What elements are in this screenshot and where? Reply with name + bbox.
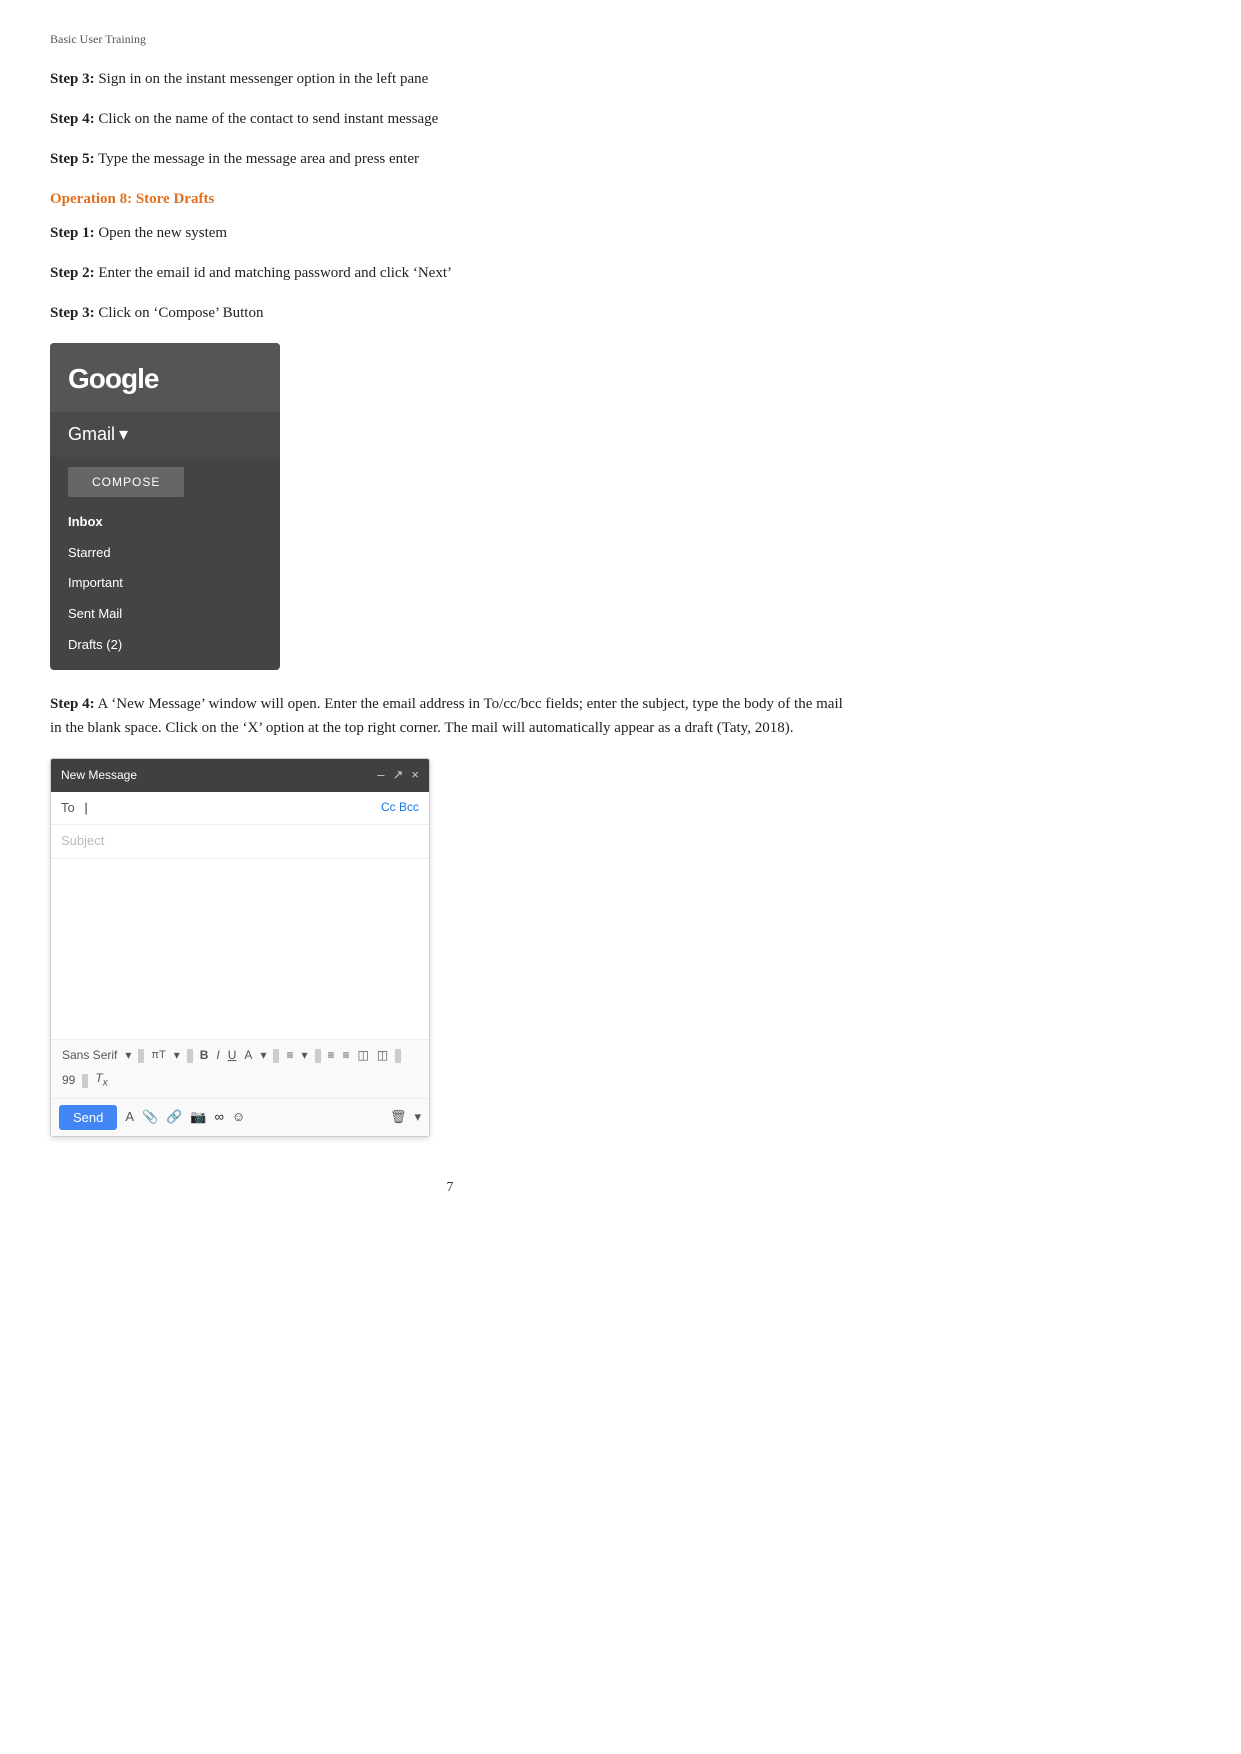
toolbar-divider-6 [82, 1074, 88, 1088]
align-arrow[interactable]: ▾ [298, 1045, 310, 1066]
insert-link-icon[interactable]: 🔗 [166, 1107, 182, 1128]
op8-step-1-text: Open the new system [95, 225, 227, 241]
step-3a-label: Step 3: [50, 71, 95, 87]
step-4a: Step 4: Click on the name of the contact… [50, 107, 850, 131]
font-family-select[interactable]: Sans Serif [59, 1045, 120, 1066]
op8-step-4-label: Step 4: [50, 696, 95, 712]
toolbar-divider-3 [273, 1049, 279, 1063]
google-logo: Google [68, 357, 262, 402]
font-color-arrow[interactable]: ▾ [257, 1045, 269, 1066]
indent-decrease[interactable]: ◫ [355, 1045, 372, 1066]
toolbar-divider-4 [315, 1049, 321, 1063]
step-5a: Step 5: Type the message in the message … [50, 147, 850, 171]
attach-file-icon[interactable]: 📎 [142, 1107, 158, 1128]
emoji-icon[interactable]: ☺ [232, 1107, 245, 1128]
clear-format-button[interactable]: Tx [92, 1068, 110, 1092]
op8-step-2: Step 2: Enter the email id and matching … [50, 261, 850, 285]
step-5a-text: Type the message in the message area and… [95, 151, 419, 167]
step-5a-label: Step 5: [50, 151, 95, 167]
gmail-label: Gmail ▾ [50, 412, 280, 457]
new-message-window: New Message – ↗ × To | Cc Bcc Subject Sa… [50, 758, 430, 1137]
op8-step-1-label: Step 1: [50, 225, 95, 241]
align-button[interactable]: ≡ [283, 1045, 296, 1066]
gmail-nav-list: Inbox Starred Important Sent Mail Drafts… [50, 507, 280, 670]
bold-button[interactable]: B [197, 1045, 212, 1066]
send-button[interactable]: Send [59, 1105, 117, 1130]
document-header: Basic User Training [50, 30, 850, 49]
send-toolbar: Send A 📎 🔗 📷 ∞ ☺ 🗑 ▾ [51, 1098, 429, 1136]
gmail-nav-starred[interactable]: Starred [50, 538, 280, 569]
op8-step-2-text: Enter the email id and matching password… [95, 265, 452, 281]
op8-step-3-label: Step 3: [50, 305, 95, 321]
to-field-area: To | [61, 798, 88, 819]
send-right-actions: 🗑 ▾ [390, 1107, 421, 1128]
list-unordered[interactable]: ≡ [325, 1045, 338, 1066]
new-message-title: New Message [61, 766, 137, 785]
cc-bcc-label[interactable]: Cc Bcc [381, 798, 419, 817]
toolbar-divider-5 [395, 1049, 401, 1063]
gmail-sidebar-image: Google Gmail ▾ COMPOSE Inbox Starred Imp… [50, 343, 280, 670]
expand-icon[interactable]: ↗ [393, 765, 404, 786]
op8-step-4: Step 4: A ‘New Message’ window will open… [50, 692, 850, 740]
gmail-nav-important[interactable]: Important [50, 568, 280, 599]
blockquote-button[interactable]: 99 [59, 1070, 78, 1091]
minimize-icon[interactable]: – [377, 765, 384, 786]
insert-link2-icon[interactable]: ∞ [215, 1107, 224, 1128]
op8-step-3-text: Click on ‘Compose’ Button [95, 305, 264, 321]
italic-button[interactable]: I [213, 1045, 222, 1066]
underline-button[interactable]: U [225, 1045, 240, 1066]
gmail-dropdown-arrow: ▾ [119, 420, 128, 449]
steps-section-1: Step 3: Sign in on the instant messenger… [50, 67, 850, 171]
step-4a-label: Step 4: [50, 111, 95, 127]
step-3a-text: Sign in on the instant messenger option … [95, 71, 429, 87]
gmail-nav-inbox[interactable]: Inbox [50, 507, 280, 538]
new-message-to-row: To | Cc Bcc [51, 792, 429, 826]
gmail-logo-area: Google [50, 343, 280, 412]
page-number: 7 [50, 1177, 850, 1199]
gmail-nav-drafts[interactable]: Drafts (2) [50, 630, 280, 670]
formatting-toolbar: Sans Serif ▾ πT ▾ B I U A ▾ ≡ ▾ ≡ ≡ ◫ ◫ … [51, 1039, 429, 1098]
compose-button[interactable]: COMPOSE [68, 467, 184, 497]
new-message-body-area[interactable] [51, 859, 429, 1039]
toolbar-divider-1 [138, 1049, 144, 1063]
operation-8-heading: Operation 8: Store Drafts [50, 187, 850, 211]
op8-step-1: Step 1: Open the new system [50, 221, 850, 245]
font-size-icon[interactable]: πT [148, 1046, 168, 1066]
toolbar-divider-2 [187, 1049, 193, 1063]
op8-step-2-label: Step 2: [50, 265, 95, 281]
delete-icon[interactable]: 🗑 [390, 1107, 407, 1128]
gmail-nav-sentmail[interactable]: Sent Mail [50, 599, 280, 630]
indent-increase[interactable]: ◫ [374, 1045, 391, 1066]
step-3a: Step 3: Sign in on the instant messenger… [50, 67, 850, 91]
font-color-button[interactable]: A [241, 1045, 255, 1066]
op8-step-3: Step 3: Click on ‘Compose’ Button [50, 301, 850, 325]
operation-8-steps: Step 1: Open the new system Step 2: Ente… [50, 221, 850, 325]
new-message-header: New Message – ↗ × [51, 759, 429, 792]
new-message-header-actions: – ↗ × [377, 765, 419, 786]
gmail-label-text: Gmail [68, 420, 115, 449]
close-icon[interactable]: × [411, 765, 419, 786]
to-label: To [61, 800, 75, 815]
to-input-cursor[interactable]: | [84, 800, 87, 815]
insert-photo-icon[interactable]: 📷 [190, 1107, 206, 1128]
new-message-subject-row[interactable]: Subject [51, 825, 429, 859]
step-4a-text: Click on the name of the contact to send… [95, 111, 439, 127]
list-ordered[interactable]: ≡ [340, 1045, 353, 1066]
font-size-arrow[interactable]: ▾ [171, 1045, 183, 1066]
op8-step-4-text: A ‘New Message’ window will open. Enter … [50, 696, 843, 736]
more-options-icon[interactable]: ▾ [414, 1107, 421, 1128]
format-text-icon[interactable]: A [125, 1107, 134, 1128]
font-family-arrow[interactable]: ▾ [122, 1045, 134, 1066]
